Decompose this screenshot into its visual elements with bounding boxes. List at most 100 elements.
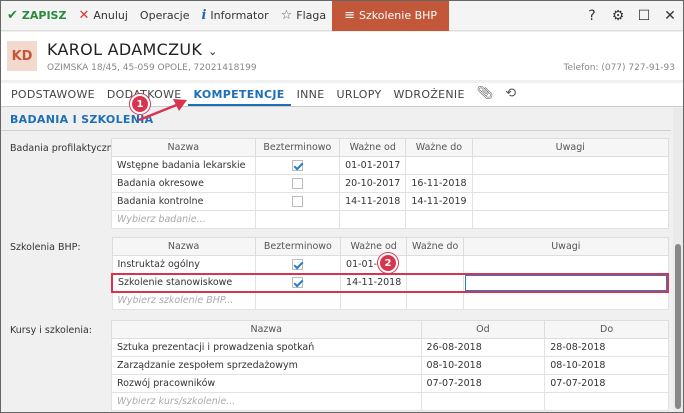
table-row[interactable]: Rozwój pracowników 07-07-2018 07-07-2018: [111, 374, 669, 393]
tab-urlopy[interactable]: URLOPY: [330, 88, 387, 106]
select-bhp-input[interactable]: Wybierz szkolenie BHP...: [111, 291, 256, 310]
window-controls: ? ⚙ ☐ ✕: [579, 1, 683, 31]
empty-cell: [405, 210, 473, 229]
section-title: BADANIA I SZKOLENIA: [10, 113, 154, 126]
empty-cell: [254, 210, 341, 229]
app-window: ✔ ZAPISZ ✕ Anuluj Operacje i Informator …: [0, 0, 684, 413]
employee-name-dropdown[interactable]: KAROL ADAMCZUK ⌄: [47, 40, 218, 59]
indefinite-cell[interactable]: [254, 272, 342, 293]
section-divider: [1, 130, 671, 131]
valid-from[interactable]: 14-11-2018: [340, 272, 408, 293]
bhp-training-button[interactable]: ≡ Szkolenie BHP: [332, 1, 450, 31]
training-name[interactable]: Instruktaż ogólny: [111, 255, 256, 274]
indefinite-checkbox[interactable]: [292, 258, 304, 270]
table-row[interactable]: Badania okresowe 20-10-2017 16-11-2018: [111, 174, 670, 193]
table-row-selected[interactable]: Szkolenie stanowiskowe 14-11-2018: [110, 272, 670, 293]
chevron-down-icon: ⌄: [208, 45, 218, 58]
help-button[interactable]: ?: [579, 1, 605, 31]
course-name[interactable]: Rozwój pracowników: [111, 374, 422, 393]
valid-to[interactable]: [405, 156, 473, 175]
paperclip-icon[interactable]: 📎︎: [471, 86, 500, 106]
valid-to[interactable]: 16-11-2018: [405, 174, 473, 193]
flag-button[interactable]: ☆ Flaga: [275, 1, 333, 31]
annotation-badge-2: 2: [378, 253, 398, 273]
maximize-icon[interactable]: ☐: [631, 1, 657, 31]
annotation-badge-1: 1: [130, 94, 150, 114]
select-exam-input[interactable]: Wybierz badanie...: [111, 210, 256, 229]
avatar: KD: [7, 41, 37, 71]
hamburger-icon: ≡: [344, 8, 356, 23]
exam-name[interactable]: Wstępne badania lekarskie: [111, 156, 256, 175]
indefinite-cell[interactable]: [254, 255, 342, 274]
notes[interactable]: [471, 174, 670, 193]
scrollbar-thumb[interactable]: [675, 244, 681, 409]
tab-bar: PODSTAWOWE DODATKOWE KOMPETENCJE INNE UR…: [1, 83, 683, 107]
tab-podstawowe[interactable]: PODSTAWOWE: [5, 88, 101, 106]
notes[interactable]: [471, 192, 670, 211]
indefinite-cell[interactable]: [254, 192, 341, 211]
valid-from[interactable]: 14-11-2018: [339, 192, 407, 211]
informator-button[interactable]: i Informator: [195, 1, 274, 31]
column-header: Uwagi: [463, 237, 669, 256]
course-to[interactable]: 07-07-2018: [544, 374, 669, 393]
course-from[interactable]: 08-10-2018: [420, 356, 546, 375]
valid-to[interactable]: [406, 272, 465, 293]
history-icon[interactable]: ⟲: [499, 86, 522, 106]
indefinite-checkbox[interactable]: [291, 196, 303, 207]
save-button[interactable]: ✔ ZAPISZ: [1, 1, 72, 31]
table-row[interactable]: Badania kontrolne 14-11-2018 14-11-2019: [111, 192, 670, 211]
empty-cell: [254, 291, 342, 310]
empty-cell: [340, 291, 408, 310]
operations-menu[interactable]: Operacje: [134, 1, 196, 31]
indefinite-checkbox[interactable]: [291, 160, 303, 171]
course-from[interactable]: 07-07-2018: [420, 374, 546, 393]
valid-to[interactable]: 14-11-2019: [405, 192, 473, 211]
empty-cell: [420, 392, 546, 411]
indefinite-checkbox[interactable]: [291, 178, 303, 189]
course-to[interactable]: 08-10-2018: [544, 356, 669, 375]
vertical-scrollbar[interactable]: [673, 108, 683, 412]
tab-inne[interactable]: INNE: [291, 88, 331, 106]
valid-from[interactable]: 01-01-2017: [339, 156, 407, 175]
empty-cell: [339, 210, 407, 229]
courses-table: Nazwa Od Do Sztuka prezentacji i prowadz…: [111, 320, 669, 411]
column-header: Ważne do: [406, 237, 465, 256]
cancel-button[interactable]: ✕ Anuluj: [72, 1, 133, 31]
close-icon: ✕: [78, 8, 90, 23]
column-header: Bezterminowo: [254, 237, 342, 256]
tab-kompetencje[interactable]: KOMPETENCJE: [187, 88, 291, 106]
table-row[interactable]: Sztuka prezentacji i prowadzenia spotkań…: [111, 338, 669, 357]
valid-to[interactable]: [406, 255, 465, 274]
course-from[interactable]: 26-08-2018: [420, 338, 546, 357]
table-row-new[interactable]: Wybierz kurs/szkolenie...: [111, 392, 669, 411]
table-row[interactable]: Wstępne badania lekarskie 01-01-2017: [111, 156, 670, 175]
employee-phone: Telefon: (077) 727-91-93: [563, 63, 675, 73]
empty-cell: [463, 291, 669, 310]
check-icon: ✔: [7, 8, 18, 23]
table-row-new[interactable]: Wybierz badanie...: [111, 210, 670, 229]
toolbar: ✔ ZAPISZ ✕ Anuluj Operacje i Informator …: [1, 1, 683, 31]
tab-wdrozenie[interactable]: WDROŻENIE: [387, 88, 470, 106]
notes[interactable]: [463, 255, 669, 274]
course-name[interactable]: Zarządzanie zespołem sprzedażowym: [111, 356, 422, 375]
training-name[interactable]: Szkolenie stanowiskowe: [110, 272, 256, 293]
indefinite-cell[interactable]: [254, 156, 341, 175]
close-window-icon[interactable]: ✕: [657, 1, 683, 31]
course-name[interactable]: Sztuka prezentacji i prowadzenia spotkań: [111, 338, 422, 357]
medical-exams-label: Badania profilaktyczne:: [10, 143, 122, 154]
empty-cell: [471, 210, 670, 229]
settings-gear-icon[interactable]: ⚙: [605, 1, 631, 31]
exam-name[interactable]: Badania kontrolne: [111, 192, 256, 211]
column-header: Ważne od: [339, 138, 407, 157]
indefinite-cell[interactable]: [254, 174, 341, 193]
notes[interactable]: [471, 156, 670, 175]
notes[interactable]: [463, 272, 670, 293]
exam-name[interactable]: Badania okresowe: [111, 174, 256, 193]
select-course-input[interactable]: Wybierz kurs/szkolenie...: [111, 392, 422, 411]
table-row-new[interactable]: Wybierz szkolenie BHP...: [111, 291, 669, 310]
valid-from[interactable]: 20-10-2017: [339, 174, 407, 193]
indefinite-checkbox[interactable]: [292, 277, 304, 288]
course-to[interactable]: 28-08-2018: [544, 338, 669, 357]
column-header: Nazwa: [111, 138, 256, 157]
table-row[interactable]: Zarządzanie zespołem sprzedażowym 08-10-…: [111, 356, 669, 375]
